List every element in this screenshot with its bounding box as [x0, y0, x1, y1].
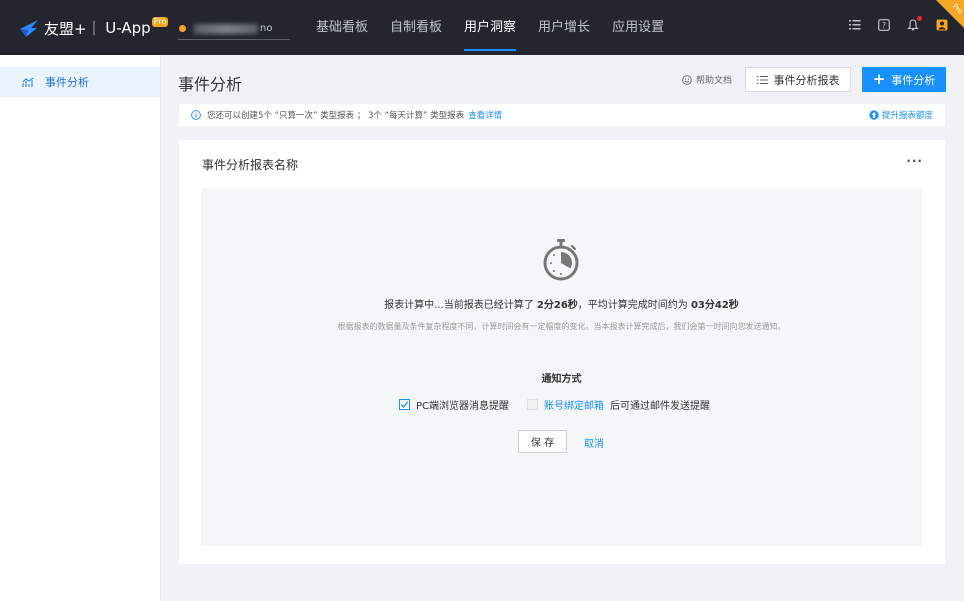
stopwatch-icon — [543, 239, 579, 281]
brand-separator: | — [91, 20, 97, 36]
list-icon[interactable] — [849, 19, 861, 31]
app-name-suffix: no — [260, 23, 273, 34]
brand-name: 友盟+ — [44, 19, 87, 38]
notification-dot — [917, 16, 922, 21]
report-title: 事件分析报表名称 — [202, 158, 299, 172]
calculation-status-panel: 报表计算中...当前报表已经计算了 2分26秒，平均计算完成时间约为 03分42… — [201, 188, 922, 546]
event-report-button[interactable]: 事件分析报表 — [745, 67, 851, 92]
nav-user-growth[interactable]: 用户增长 — [528, 0, 600, 55]
nav-basic-board[interactable]: 基础看板 — [306, 0, 378, 55]
add-event-analysis-label: 事件分析 — [891, 73, 936, 87]
bind-email-link[interactable]: 账号绑定邮箱 — [544, 397, 604, 412]
upgrade-quota-label: 提升报表额度 — [881, 111, 933, 121]
top-bar: 友盟+ | U-App Pro no 基础看板 自制看板 用户洞察 用户增长 应… — [0, 0, 964, 55]
list-icon — [756, 75, 768, 84]
checkmark-icon — [400, 401, 409, 408]
nav-user-insight[interactable]: 用户洞察 — [454, 0, 526, 55]
sidebar-item-event-analysis[interactable]: 事件分析 — [0, 67, 160, 97]
main-nav: 基础看板 自制看板 用户洞察 用户增长 应用设置 — [306, 0, 676, 55]
help-docs-link[interactable]: 帮助文档 — [682, 73, 732, 86]
sidebar: 事件分析 — [0, 55, 161, 601]
browser-notify-label[interactable]: PC端浏览器消息提醒 — [416, 397, 509, 412]
notification-bell[interactable] — [907, 16, 922, 31]
event-report-label: 事件分析报表 — [773, 73, 840, 87]
status-mid: ，平均计算完成时间约为 — [577, 300, 688, 311]
notify-method-title: 通知方式 — [541, 374, 582, 385]
email-notify-label: 后可通过邮件发送提醒 — [610, 401, 711, 412]
quota-notice: 您还可以创建5个 “只算一次” 类型报表 ； 3个 “每天计算” 类型报表 查看… — [179, 104, 945, 126]
app-icon — [179, 25, 186, 32]
product-name: U-App — [105, 19, 151, 37]
quota-notice-text: 您还可以创建5个 “只算一次” 类型报表 ； 3个 “每天计算” 类型报表 — [207, 111, 465, 121]
view-details-link[interactable]: 查看详情 — [468, 109, 502, 121]
brand-logo[interactable]: 友盟+ | U-App Pro — [18, 16, 169, 40]
app-selector[interactable]: no — [178, 18, 290, 40]
help-docs-label: 帮助文档 — [696, 76, 733, 86]
calculation-hint: 根据报表的数据量及条件复杂程度不同，计算时间会有一定幅度的变化。当本报表计算完成… — [337, 322, 786, 331]
help-icon[interactable]: ? — [878, 19, 890, 31]
elapsed-time: 2分26秒 — [536, 300, 578, 311]
cancel-button[interactable]: 取消 — [584, 435, 604, 450]
sidebar-item-label: 事件分析 — [45, 76, 89, 89]
top-icons: ? — [849, 16, 948, 31]
page-title: 事件分析 — [178, 75, 243, 94]
info-icon — [191, 110, 201, 120]
save-button[interactable]: 保 存 — [518, 430, 567, 453]
chart-icon — [22, 77, 34, 87]
svg-text:?: ? — [882, 21, 886, 30]
plus-icon: + — [872, 70, 886, 88]
report-card: 事件分析报表名称 ··· 报表计算中...当前报表已经计算了 2分26秒，平均计… — [179, 140, 945, 564]
pro-corner-badge: Pro — [936, 0, 964, 28]
browser-notify-checkbox[interactable] — [399, 399, 410, 410]
umeng-bird-icon — [20, 20, 38, 37]
upgrade-icon — [869, 110, 879, 120]
pro-corner-label: Pro — [950, 2, 964, 16]
status-prefix: 报表计算中...当前报表已经计算了 — [384, 300, 534, 311]
more-options-button[interactable]: ··· — [906, 154, 923, 168]
upgrade-quota-link[interactable]: 提升报表额度 — [869, 109, 933, 121]
add-event-analysis-button[interactable]: + 事件分析 — [862, 67, 946, 92]
pro-tag: Pro — [151, 17, 169, 27]
bell-icon — [907, 19, 919, 31]
email-notify-checkbox[interactable] — [527, 399, 539, 410]
average-time: 03分42秒 — [690, 300, 739, 311]
smile-icon — [682, 74, 692, 85]
notify-options: PC端浏览器消息提醒 账号绑定邮箱 后可通过邮件发送提醒 — [399, 397, 710, 412]
calculation-status-text: 报表计算中...当前报表已经计算了 2分26秒，平均计算完成时间约为 03分42… — [201, 296, 922, 311]
app-name-redacted — [194, 23, 258, 34]
nav-app-settings[interactable]: 应用设置 — [602, 0, 674, 55]
nav-custom-board[interactable]: 自制看板 — [380, 0, 452, 55]
